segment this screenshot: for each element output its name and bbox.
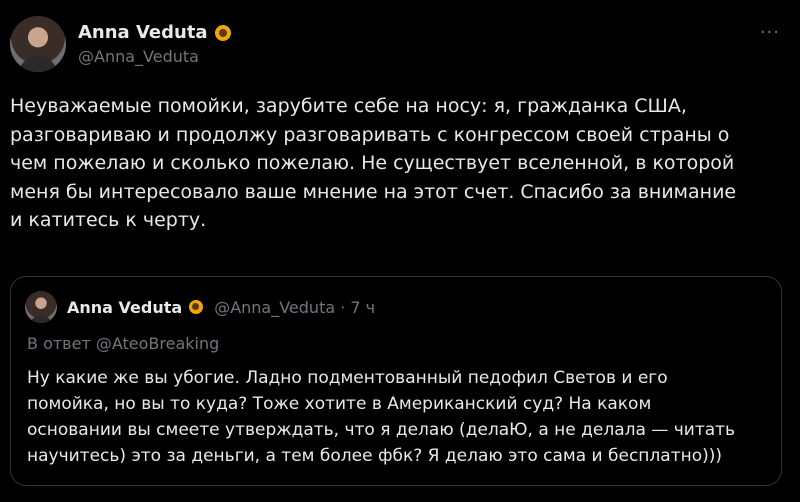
quoted-display-name[interactable]: Anna Veduta (67, 298, 182, 317)
quoted-tweet-text: Ну какие же вы убогие. Ладно подментован… (27, 368, 736, 466)
reply-context: В ответ @AteoBreaking (27, 334, 219, 353)
quoted-tweet-header: Anna Veduta @Anna_Veduta · 7 ч (25, 291, 375, 323)
quoted-handle-time: @Anna_Veduta · 7 ч (214, 297, 376, 317)
tweet-card: Anna Veduta @Anna_Veduta ··· Неуважаемые… (0, 0, 800, 502)
more-options-button[interactable]: ··· (760, 22, 780, 43)
quoted-tweet[interactable]: Anna Veduta @Anna_Veduta · 7 ч В ответ @… (10, 276, 782, 486)
sunflower-icon (214, 24, 232, 42)
reply-mention-link[interactable]: @AteoBreaking (96, 334, 219, 353)
author-handle[interactable]: @Anna_Veduta (78, 47, 232, 66)
tweet-text: Неуважаемые помойки, зарубите себе на но… (10, 95, 737, 231)
sunflower-icon (188, 299, 204, 315)
reply-prefix: В ответ (27, 334, 96, 353)
tweet-header: Anna Veduta @Anna_Veduta (10, 14, 232, 74)
author-display-name[interactable]: Anna Veduta (78, 22, 208, 43)
quoted-avatar[interactable] (25, 291, 57, 323)
author-names: Anna Veduta @Anna_Veduta (78, 22, 232, 66)
avatar[interactable] (10, 16, 66, 72)
